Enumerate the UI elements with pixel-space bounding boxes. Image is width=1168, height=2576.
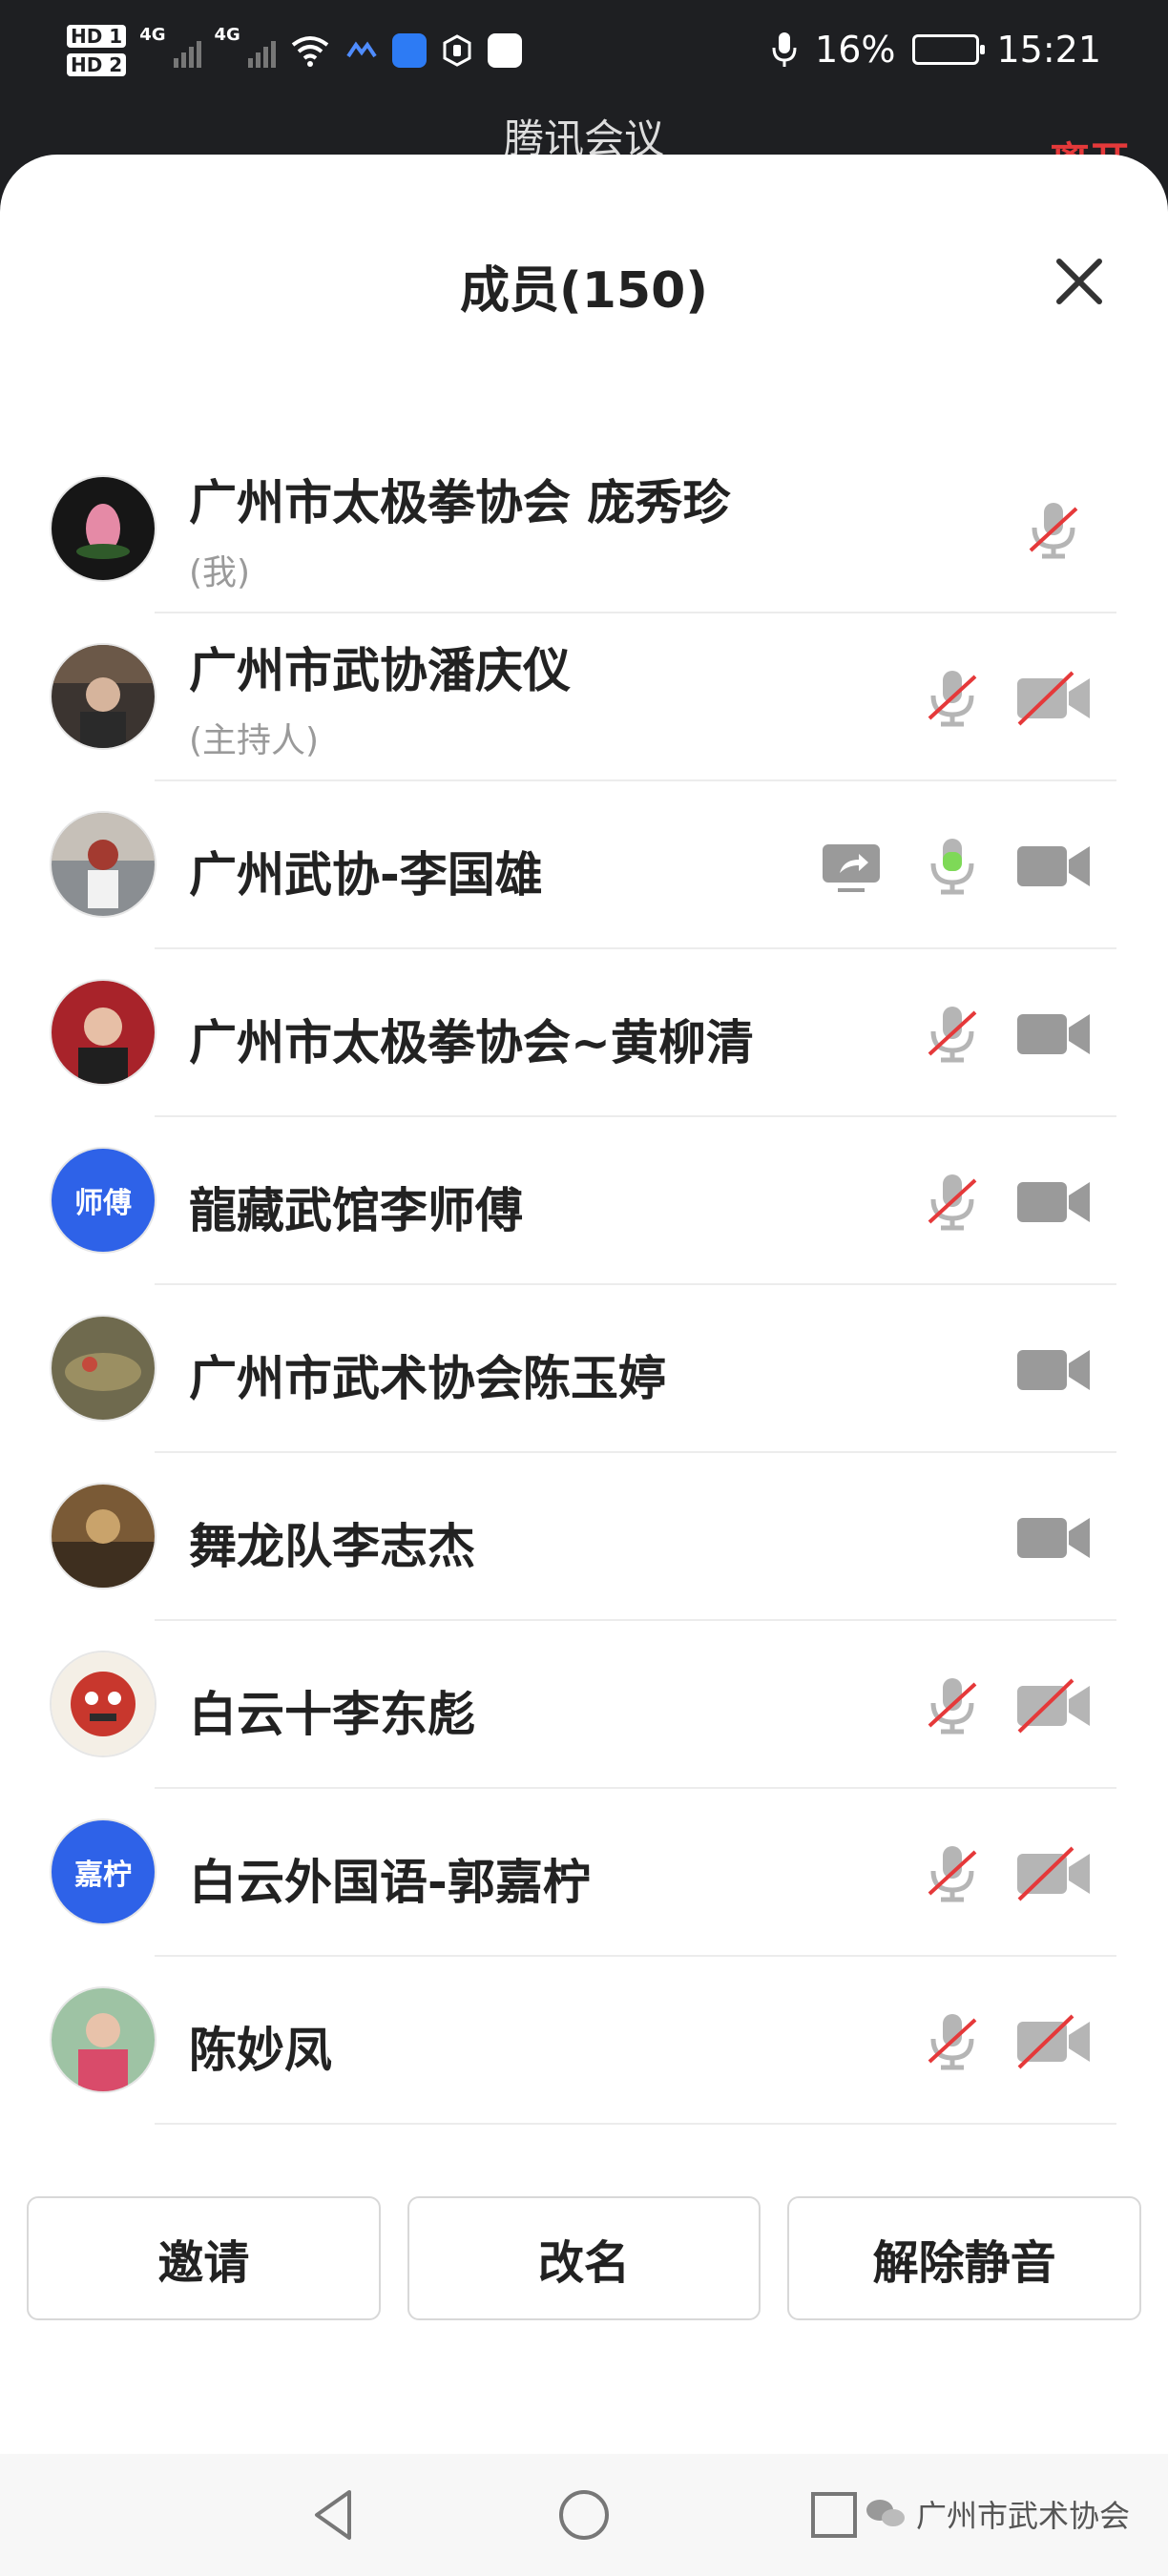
camera-off-icon[interactable]	[1015, 1839, 1092, 1907]
camera-off-icon[interactable]	[1015, 1671, 1092, 1739]
mic-muted-icon[interactable]	[918, 1167, 987, 1236]
rename-button[interactable]: 改名	[407, 2196, 761, 2320]
member-name: 广州市太极拳协会~黄柳清	[189, 1015, 754, 1070]
mic-muted-icon[interactable]	[918, 663, 987, 732]
watermark-text: 广州市武术协会	[915, 2498, 1130, 2534]
members-sheet: 成员(150) 广州市太极拳协会 庞秀珍 (我) 广州市武协潘庆仪 (主持人) …	[0, 155, 1168, 2576]
hd-indicator: HD 1 HD 2	[67, 25, 127, 76]
member-name: 白云外国语-郭嘉柠	[189, 1855, 591, 1910]
avatar: 师傅	[52, 1149, 155, 1252]
wifi-icon	[291, 36, 329, 67]
member-row[interactable]: 嘉柠 白云外国语-郭嘉柠	[0, 1789, 1168, 1957]
member-role: (我)	[189, 553, 251, 592]
member-name: 广州市武术协会陈玉婷	[189, 1351, 666, 1406]
member-list: 广州市太极拳协会 庞秀珍 (我) 广州市武协潘庆仪 (主持人) 广州武协-李国雄…	[0, 446, 1168, 2125]
member-name: 广州市武协潘庆仪	[189, 643, 571, 698]
battery-percent: 16%	[815, 29, 896, 71]
close-icon[interactable]	[1048, 250, 1111, 313]
mic-indicator-icon	[772, 32, 797, 67]
member-role: (主持人)	[189, 721, 320, 760]
member-name: 广州武协-李国雄	[189, 847, 543, 903]
bottom-actions: 邀请 改名 解除静音	[27, 2196, 1142, 2320]
mic-muted-icon[interactable]	[918, 999, 987, 1068]
battery-charging-icon	[912, 34, 986, 65]
hd2-badge: HD 2	[67, 53, 127, 76]
avatar	[52, 813, 155, 916]
member-name: 白云十李东彪	[189, 1687, 475, 1742]
camera-icon[interactable]	[1015, 999, 1092, 1068]
avatar	[52, 1652, 155, 1755]
camera-icon[interactable]	[1015, 831, 1092, 900]
camera-icon[interactable]	[1015, 1167, 1092, 1236]
app-icon	[391, 33, 427, 68]
system-nav-bar: 广州市武术协会	[0, 2454, 1168, 2576]
sheet-title: 成员(150)	[459, 262, 709, 320]
member-row[interactable]: 广州市武术协会陈玉婷	[0, 1285, 1168, 1453]
camera-icon[interactable]	[1015, 1503, 1092, 1571]
mic-muted-icon[interactable]	[1019, 495, 1088, 564]
member-row[interactable]: 广州市武协潘庆仪 (主持人)	[0, 613, 1168, 781]
avatar: 嘉柠	[52, 1820, 155, 1923]
watermark: 广州市武术协会	[865, 2492, 1130, 2536]
signal-icon	[173, 33, 201, 68]
recents-icon[interactable]	[803, 2484, 865, 2545]
back-icon[interactable]	[303, 2484, 365, 2545]
status-bar: HD 1 HD 2 4G 4G 16% 15:21	[0, 0, 1168, 114]
signal-icon	[247, 33, 276, 68]
clock: 15:21	[996, 29, 1101, 71]
camera-off-icon[interactable]	[1015, 663, 1092, 732]
network-type-2: 4G	[214, 25, 240, 45]
avatar	[52, 645, 155, 748]
avatar	[52, 477, 155, 580]
member-row[interactable]: 陈妙凤	[0, 1957, 1168, 2125]
invite-button[interactable]: 邀请	[27, 2196, 381, 2320]
screen-share-icon[interactable]	[819, 831, 884, 900]
member-row[interactable]: 广州武协-李国雄	[0, 781, 1168, 949]
avatar	[52, 1988, 155, 2091]
hd1-badge: HD 1	[67, 25, 127, 48]
mic-muted-icon[interactable]	[918, 1671, 987, 1739]
camera-icon[interactable]	[1015, 1335, 1092, 1403]
app-icon	[487, 33, 522, 68]
avatar	[52, 981, 155, 1084]
unmute-button[interactable]: 解除静音	[787, 2196, 1142, 2320]
member-name: 舞龙队李志杰	[189, 1519, 475, 1574]
wechat-icon	[866, 2500, 905, 2526]
avatar	[52, 1317, 155, 1420]
home-icon[interactable]	[553, 2484, 615, 2545]
avatar	[52, 1485, 155, 1588]
member-row[interactable]: 广州市太极拳协会 庞秀珍 (我)	[0, 446, 1168, 613]
row-divider	[155, 2123, 1116, 2125]
hand-icon	[443, 34, 471, 67]
member-row[interactable]: 舞龙队李志杰	[0, 1453, 1168, 1621]
member-name: 龍藏武馆李师傅	[189, 1183, 523, 1238]
member-name: 陈妙凤	[189, 2023, 332, 2078]
network-type-1: 4G	[139, 25, 166, 45]
mic-muted-icon[interactable]	[918, 1839, 987, 1907]
tencent-meeting-icon	[346, 41, 377, 58]
member-row[interactable]: 白云十李东彪	[0, 1621, 1168, 1789]
mic-active-icon[interactable]	[918, 831, 987, 900]
member-row[interactable]: 广州市太极拳协会~黄柳清	[0, 949, 1168, 1117]
camera-off-icon[interactable]	[1015, 2006, 1092, 2075]
mic-muted-icon[interactable]	[918, 2006, 987, 2075]
member-name: 广州市太极拳协会 庞秀珍	[189, 475, 731, 530]
member-row[interactable]: 师傅 龍藏武馆李师傅	[0, 1117, 1168, 1285]
